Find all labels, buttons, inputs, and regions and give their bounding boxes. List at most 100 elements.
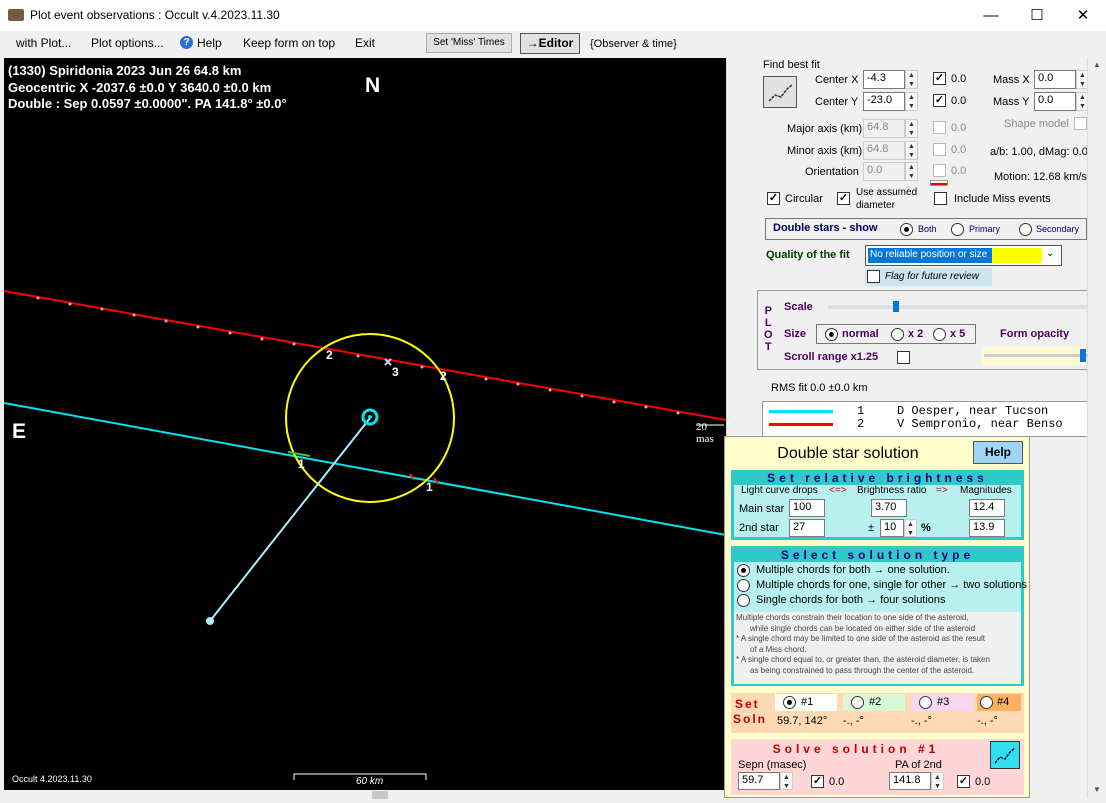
orientation-checkbox[interactable] [933, 164, 946, 177]
set-miss-times-button[interactable]: Set 'Miss' Times [426, 33, 512, 53]
orientation-spinner[interactable]: ▲ ▼ [905, 162, 918, 181]
minor-axis-spinner[interactable]: ▲ ▼ [905, 141, 918, 160]
pa-checkbox[interactable]: ✓ [957, 775, 970, 788]
include-miss-label: Include Miss events [954, 193, 1051, 205]
circular-checkbox[interactable]: ✓ [767, 192, 780, 205]
flag-review-checkbox[interactable] [867, 270, 880, 283]
opacity-slider[interactable] [982, 347, 1090, 365]
second-star-drop-input[interactable]: 27 [789, 519, 825, 537]
double-both-label: Both [918, 224, 937, 234]
minor-axis-checkbox[interactable] [933, 143, 946, 156]
scroll-range-checkbox[interactable] [897, 351, 910, 364]
include-miss-checkbox[interactable] [934, 192, 947, 205]
major-axis-checkbox[interactable] [933, 121, 946, 134]
panel-scrollbar[interactable]: ▲ ▼ [1087, 58, 1106, 798]
center-y-spinner[interactable]: ▲ ▼ [905, 92, 918, 111]
center-x-spinner[interactable]: ▲ ▼ [905, 70, 918, 89]
soln-3-radio[interactable] [919, 696, 932, 709]
legend-name-2: V Sempronio, near Benso [897, 417, 1063, 431]
chord-label-2b: 2 [440, 369, 447, 383]
menu-with-plot[interactable]: with Plot... [16, 36, 71, 50]
solution-type-two-label: Multiple chords for one, single for othe… [756, 579, 1027, 591]
main-star-drop-input[interactable]: 100 [789, 499, 825, 517]
size-x2-radio[interactable] [891, 328, 904, 341]
double-secondary-label: Secondary [1036, 224, 1080, 234]
scale-slider[interactable] [828, 301, 1088, 312]
center-y-input[interactable]: -23.0 [863, 92, 905, 111]
legend-line-2 [769, 423, 833, 426]
chord-2-ticks [36, 296, 680, 415]
solution-type-two-radio[interactable] [737, 579, 750, 592]
double-primary-radio[interactable] [951, 223, 964, 236]
soln-4-radio[interactable] [980, 696, 993, 709]
find-best-fit-button[interactable] [763, 76, 797, 108]
brightness-uncertainty-input[interactable]: 10 [880, 519, 904, 537]
orientation-input[interactable]: 0.0 [863, 162, 905, 181]
solve-button[interactable] [990, 741, 1020, 769]
mass-y-input[interactable]: 0.0 [1034, 92, 1076, 111]
plot-vertical-label: PLOT [764, 305, 773, 353]
soln-1-radio[interactable] [783, 696, 796, 709]
double-star-solution-dialog: Double star solution Help Set relative b… [724, 436, 1030, 798]
set-label: Set [735, 697, 760, 711]
plot-horizontal-scrollbar[interactable] [4, 790, 726, 800]
editor-button[interactable]: →Editor [520, 33, 580, 54]
size-x2-label: x 2 [908, 328, 924, 340]
mass-y-label: Mass Y [993, 96, 1030, 108]
center-x-checkbox[interactable]: ✓ [933, 72, 946, 85]
major-axis-label: Major axis (km) [787, 123, 863, 135]
maximize-button[interactable]: ☐ [1014, 0, 1060, 31]
center-y-checkbox[interactable]: ✓ [933, 94, 946, 107]
circular-label: Circular [785, 193, 823, 205]
dss-help-button[interactable]: Help [973, 441, 1023, 464]
pa-unc: 0.0 [975, 776, 991, 788]
legend-name-1: D Oesper, near Tucson [897, 404, 1049, 418]
magnitudes-label: Magnitudes [960, 485, 1012, 496]
major-axis-spinner[interactable]: ▲ ▼ [905, 119, 918, 138]
size-normal-radio[interactable] [825, 328, 838, 341]
menu-plot-options[interactable]: Plot options... [91, 36, 164, 50]
sepn-checkbox[interactable]: ✓ [811, 775, 824, 788]
pa-spinner[interactable]: ▲ ▼ [931, 772, 944, 790]
menu-bar: with Plot... Plot options... ? Help Keep… [0, 31, 1106, 56]
solution-type-four-radio[interactable] [737, 594, 750, 607]
sepn-input[interactable]: 59.7 [738, 772, 780, 790]
menu-exit[interactable]: Exit [355, 36, 375, 50]
shape-model-checkbox[interactable] [1074, 117, 1087, 130]
arrow-2: => [936, 485, 948, 496]
double-both-radio[interactable] [900, 223, 913, 236]
form-opacity-label: Form opacity [1000, 328, 1070, 340]
observer-time-button[interactable]: {Observer & time} [590, 38, 677, 50]
pa-input[interactable]: 141.8 [889, 772, 931, 790]
second-star-label: 2nd star [739, 522, 779, 534]
color-swatch[interactable] [930, 180, 948, 186]
menu-help[interactable]: Help [197, 36, 222, 50]
soln-2-label: #2 [869, 696, 882, 708]
solution-type-one-radio[interactable] [737, 564, 750, 577]
set-solution-section: Set Soln #1 59.7, 142° #2 -., -° #3 -., … [731, 693, 1024, 733]
double-secondary-radio[interactable] [1019, 223, 1032, 236]
center-x-input[interactable]: -4.3 [863, 70, 905, 89]
brightness-ratio-label: Brightness ratio [857, 485, 927, 496]
brightness-ratio-input[interactable]: 3.70 [871, 499, 907, 517]
arrow-1: <=> [829, 485, 847, 496]
main-star-label: Main star [739, 503, 785, 515]
legend-num-2: 2 [857, 417, 865, 431]
soln-1-value: 59.7, 142° [777, 715, 828, 727]
minor-axis-input[interactable]: 64.8 [863, 141, 905, 160]
sepn-spinner[interactable]: ▲ ▼ [780, 772, 793, 790]
observer-legend[interactable]: 1 D Oesper, near Tucson 2 V Sempronio, n… [762, 401, 1092, 437]
uncertainty-spinner[interactable]: ▲ ▼ [904, 519, 917, 537]
plot-canvas[interactable]: (1330) Spiridonia 2023 Jun 26 64.8 km Ge… [4, 58, 726, 790]
menu-keep-on-top[interactable]: Keep form on top [243, 36, 335, 50]
major-axis-input[interactable]: 64.8 [863, 119, 905, 138]
mass-x-input[interactable]: 0.0 [1034, 70, 1076, 89]
close-button[interactable]: ✕ [1060, 0, 1106, 31]
soln-2-radio[interactable] [851, 696, 864, 709]
center-y-unc: 0.0 [951, 95, 967, 107]
size-x5-radio[interactable] [933, 328, 946, 341]
soln-4-box: #4 [977, 694, 1021, 711]
minimize-button[interactable]: — [968, 0, 1014, 31]
quality-select[interactable]: No reliable position or size ⌄ [865, 245, 1062, 266]
use-assumed-checkbox[interactable]: ✓ [837, 192, 850, 205]
